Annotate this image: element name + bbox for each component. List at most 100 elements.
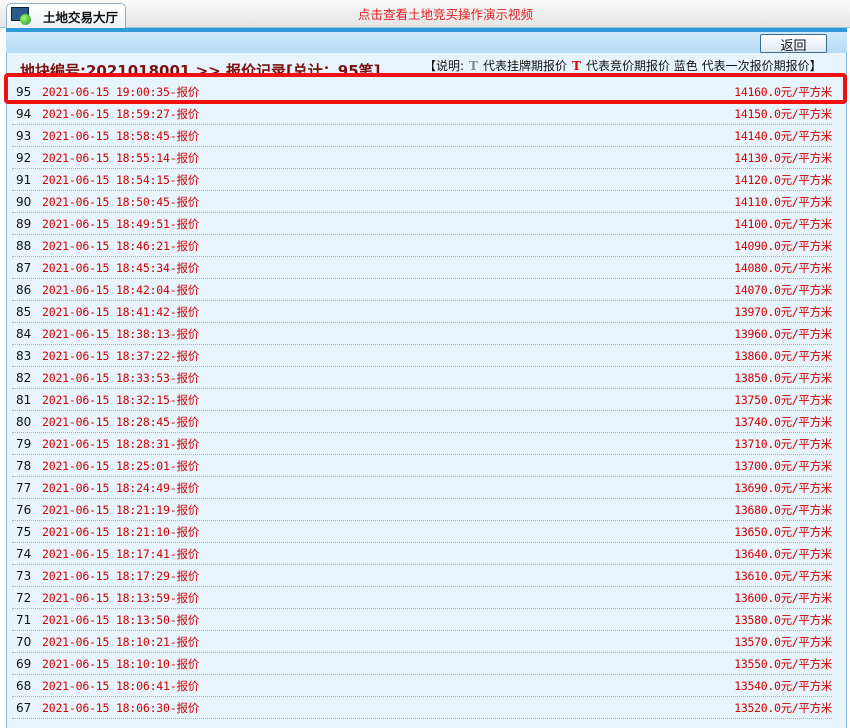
record-price: 13540.0元/平方米	[734, 678, 832, 693]
record-number: 90	[16, 194, 32, 209]
record-price: 13580.0元/平方米	[734, 612, 832, 627]
record-number: 94	[16, 106, 32, 121]
record-number: 82	[16, 370, 32, 385]
red-t-icon: T	[572, 59, 581, 73]
record-price: 14070.0元/平方米	[734, 282, 832, 297]
record-number: 86	[16, 282, 32, 297]
record-time: 2021-06-15 18:24:49-报价	[42, 480, 200, 495]
record-time: 2021-06-15 18:50:45-报价	[42, 194, 200, 209]
bid-record-row: 88 2021-06-15 18:46:21-报价 14090.0元/平方米	[12, 235, 832, 257]
record-time: 2021-06-15 18:59:27-报价	[42, 106, 200, 121]
legend: 【说明: T 代表挂牌期报价 T 代表竞价期报价 蓝色 代表一次报价期报价】	[424, 57, 822, 74]
record-price: 13700.0元/平方米	[734, 458, 832, 473]
tab-label: 土地交易大厅	[43, 9, 119, 25]
record-price: 14090.0元/平方米	[734, 238, 832, 253]
record-number: 80	[16, 414, 32, 429]
globe-computer-icon	[11, 7, 33, 25]
record-number: 76	[16, 502, 32, 517]
record-number: 75	[16, 524, 32, 539]
record-price: 13570.0元/平方米	[734, 634, 832, 649]
record-number: 72	[16, 590, 32, 605]
record-number: 69	[16, 656, 32, 671]
record-price: 14150.0元/平方米	[734, 106, 832, 121]
record-number: 85	[16, 304, 32, 319]
record-time: 2021-06-15 18:41:42-报价	[42, 304, 200, 319]
bid-record-row: 90 2021-06-15 18:50:45-报价 14110.0元/平方米	[12, 191, 832, 213]
record-time: 2021-06-15 18:21:10-报价	[42, 524, 200, 539]
bid-record-row: 84 2021-06-15 18:38:13-报价 13960.0元/平方米	[12, 323, 832, 345]
record-number: 92	[16, 150, 32, 165]
record-number: 77	[16, 480, 32, 495]
record-price: 14100.0元/平方米	[734, 216, 832, 231]
record-price: 14080.0元/平方米	[734, 260, 832, 275]
demo-video-link[interactable]: 点击查看土地竞买操作演示视频	[358, 4, 533, 23]
record-time: 2021-06-15 18:28:45-报价	[42, 414, 200, 429]
record-time: 2021-06-15 18:58:45-报价	[42, 128, 200, 143]
record-number: 93	[16, 128, 32, 143]
bid-record-row: 93 2021-06-15 18:58:45-报价 14140.0元/平方米	[12, 125, 832, 147]
record-price: 13680.0元/平方米	[734, 502, 832, 517]
record-price: 14140.0元/平方米	[734, 128, 832, 143]
record-price: 13550.0元/平方米	[734, 656, 832, 671]
tab-land-trading-hall[interactable]: 土地交易大厅	[6, 3, 126, 28]
record-time: 2021-06-15 18:42:04-报价	[42, 282, 200, 297]
record-price: 14130.0元/平方米	[734, 150, 832, 165]
record-number: 70	[16, 634, 32, 649]
record-price: 14120.0元/平方米	[734, 172, 832, 187]
record-time: 2021-06-15 18:21:19-报价	[42, 502, 200, 517]
record-price: 13610.0元/平方米	[734, 568, 832, 583]
bid-record-row: 79 2021-06-15 18:28:31-报价 13710.0元/平方米	[12, 433, 832, 455]
bid-record-row: 92 2021-06-15 18:55:14-报价 14130.0元/平方米	[12, 147, 832, 169]
record-price: 14110.0元/平方米	[734, 194, 832, 209]
record-number: 68	[16, 678, 32, 693]
record-time: 2021-06-15 18:06:30-报价	[42, 700, 200, 715]
record-price: 13740.0元/平方米	[734, 414, 832, 429]
record-number: 73	[16, 568, 32, 583]
top-tab-bar: 土地交易大厅 点击查看土地竞买操作演示视频	[0, 0, 850, 28]
bid-record-row: 67 2021-06-15 18:06:30-报价 13520.0元/平方米	[12, 697, 832, 719]
record-price: 13960.0元/平方米	[734, 326, 832, 341]
toolbar-band	[6, 28, 847, 53]
record-price: 13750.0元/平方米	[734, 392, 832, 407]
record-number: 74	[16, 546, 32, 561]
record-price: 13640.0元/平方米	[734, 546, 832, 561]
record-number: 91	[16, 172, 32, 187]
bid-record-row: 86 2021-06-15 18:42:04-报价 14070.0元/平方米	[12, 279, 832, 301]
bid-record-row: 69 2021-06-15 18:10:10-报价 13550.0元/平方米	[12, 653, 832, 675]
record-price: 13860.0元/平方米	[734, 348, 832, 363]
legend-red-desc: 代表竞价期报价	[585, 59, 670, 73]
record-time: 2021-06-15 18:33:53-报价	[42, 370, 200, 385]
record-number: 67	[16, 700, 32, 715]
bid-record-row: 94 2021-06-15 18:59:27-报价 14150.0元/平方米	[12, 103, 832, 125]
record-number: 89	[16, 216, 32, 231]
bid-record-row: 77 2021-06-15 18:24:49-报价 13690.0元/平方米	[12, 477, 832, 499]
bid-record-row: 89 2021-06-15 18:49:51-报价 14100.0元/平方米	[12, 213, 832, 235]
legend-blue-desc: 蓝色 代表一次报价期报价】	[673, 59, 822, 73]
record-price: 13970.0元/平方米	[734, 304, 832, 319]
bid-record-row: 72 2021-06-15 18:13:59-报价 13600.0元/平方米	[12, 587, 832, 609]
record-time: 2021-06-15 18:10:10-报价	[42, 656, 200, 671]
bid-record-row: 71 2021-06-15 18:13:50-报价 13580.0元/平方米	[12, 609, 832, 631]
highlight-box	[4, 73, 847, 104]
record-time: 2021-06-15 18:25:01-报价	[42, 458, 200, 473]
record-time: 2021-06-15 18:32:15-报价	[42, 392, 200, 407]
record-number: 78	[16, 458, 32, 473]
record-time: 2021-06-15 18:17:29-报价	[42, 568, 200, 583]
record-time: 2021-06-15 18:45:34-报价	[42, 260, 200, 275]
bid-record-row: 82 2021-06-15 18:33:53-报价 13850.0元/平方米	[12, 367, 832, 389]
bid-record-row: 75 2021-06-15 18:21:10-报价 13650.0元/平方米	[12, 521, 832, 543]
record-number: 83	[16, 348, 32, 363]
bid-record-row: 91 2021-06-15 18:54:15-报价 14120.0元/平方米	[12, 169, 832, 191]
record-time: 2021-06-15 18:46:21-报价	[42, 238, 200, 253]
record-time: 2021-06-15 18:06:41-报价	[42, 678, 200, 693]
bid-record-list: 95 2021-06-15 19:00:35-报价 14160.0元/平方米 94 20…	[12, 81, 832, 719]
record-number: 84	[16, 326, 32, 341]
record-price: 13520.0元/平方米	[734, 700, 832, 715]
record-time: 2021-06-15 18:37:22-报价	[42, 348, 200, 363]
record-time: 2021-06-15 18:13:50-报价	[42, 612, 200, 627]
gray-t-icon: T	[469, 59, 478, 73]
bid-record-row: 68 2021-06-15 18:06:41-报价 13540.0元/平方米	[12, 675, 832, 697]
back-button[interactable]: 返回	[760, 34, 827, 54]
record-time: 2021-06-15 18:54:15-报价	[42, 172, 200, 187]
record-number: 88	[16, 238, 32, 253]
